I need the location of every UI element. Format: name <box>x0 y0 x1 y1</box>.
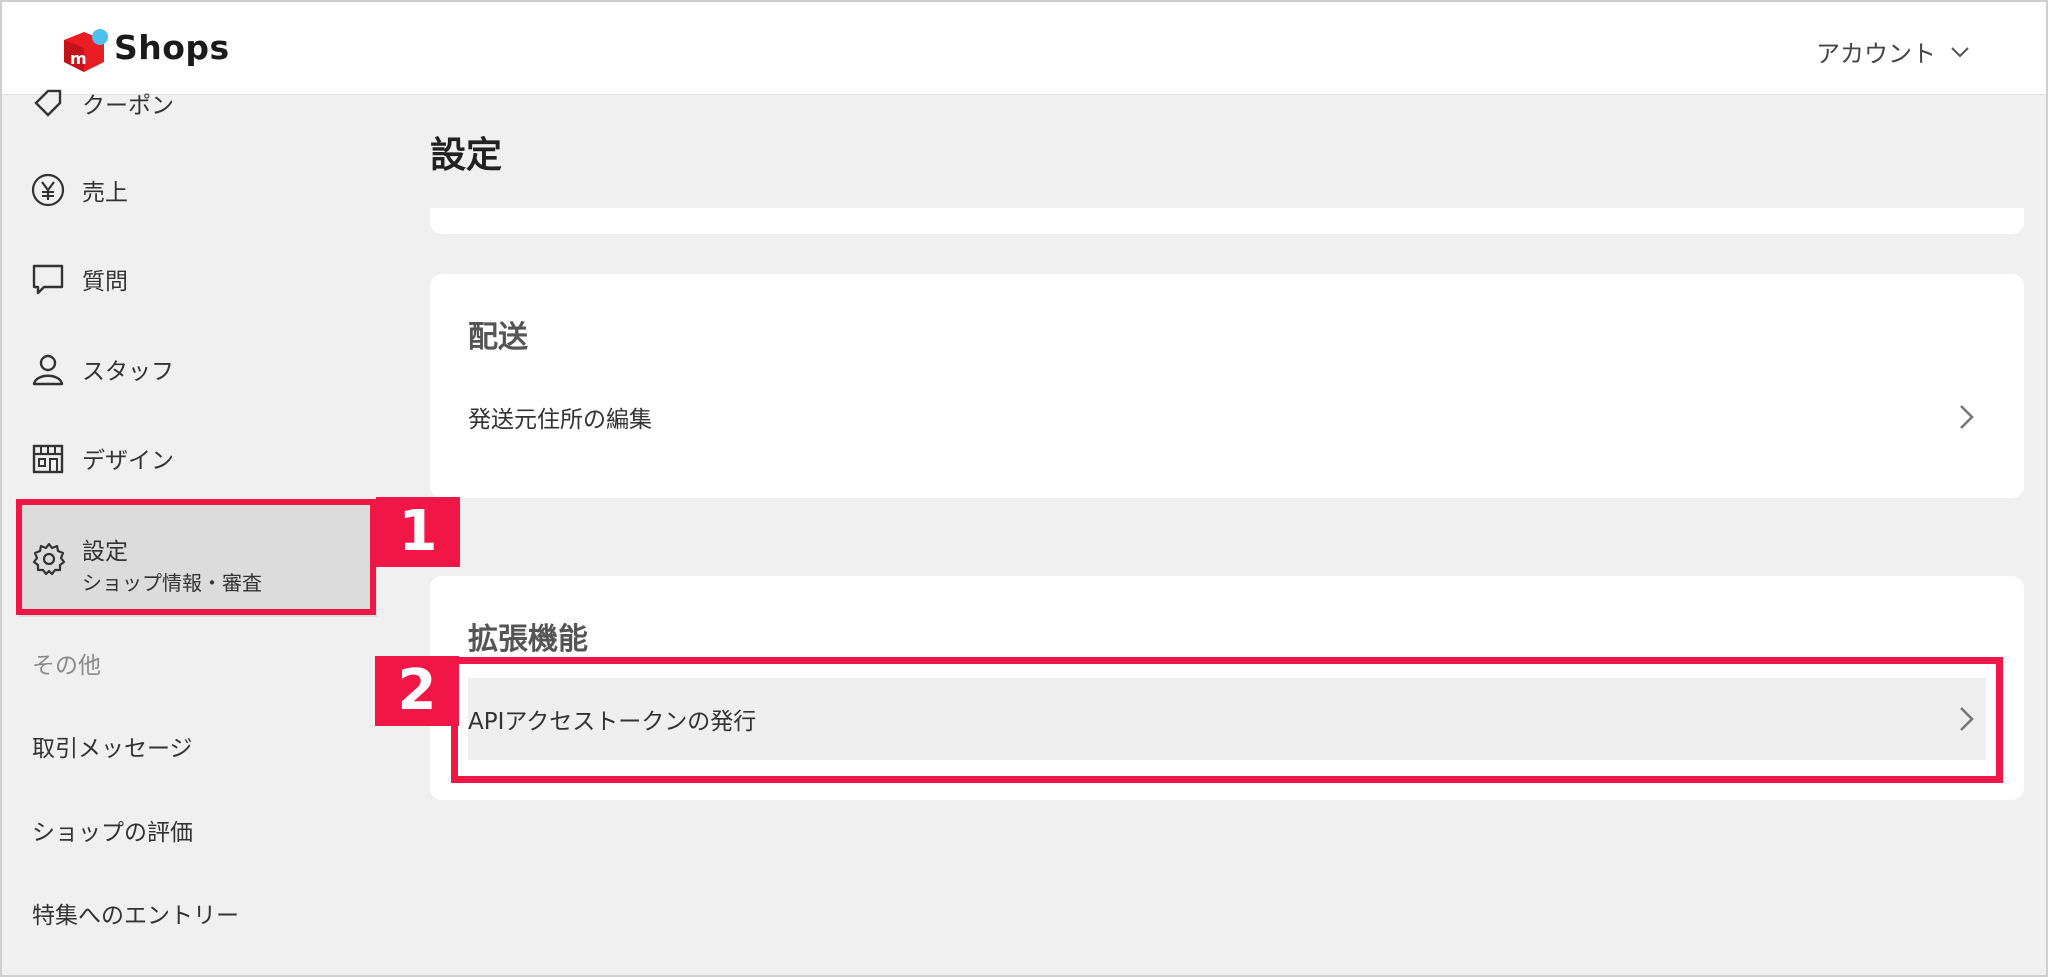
shipping-card: 配送 発送元住所の編集 <box>430 274 2024 498</box>
settings-card-partial <box>430 208 2024 234</box>
sidebar-item-label: 質問 <box>82 269 128 295</box>
row-label: 発送元住所の編集 <box>468 407 652 433</box>
yen-icon <box>30 172 66 208</box>
svg-text:m: m <box>70 49 87 68</box>
page-title: 設定 <box>430 135 503 176</box>
sidebar-section-other: その他 <box>32 653 101 679</box>
sidebar-item-coupon[interactable]: クーポン <box>2 73 382 133</box>
shipping-heading: 配送 <box>468 320 528 355</box>
sidebar-item-label: クーポン <box>82 93 174 119</box>
annotation-box-step-2 <box>451 657 2003 783</box>
sidebar-item-staff[interactable]: スタッフ <box>2 339 382 399</box>
chevron-right-icon <box>1960 405 1974 429</box>
sidebar-item-label: スタッフ <box>82 359 174 385</box>
sidebar-item-design[interactable]: デザイン <box>2 428 382 488</box>
sidebar-link-feature-entry[interactable]: 特集へのエントリー <box>32 896 239 930</box>
account-label: アカウント <box>1816 40 1936 68</box>
app-window: m Shops アカウント クーポン 売上 質問 スタッフ デザイン 設定 ショ… <box>0 0 2048 977</box>
storefront-icon <box>30 440 66 476</box>
account-menu[interactable]: アカウント <box>1816 34 1972 69</box>
shops-logo-icon[interactable]: m <box>60 28 110 74</box>
sidebar-link-shop-rating[interactable]: ショップの評価 <box>32 813 193 847</box>
edit-ship-from-address-row[interactable]: 発送元住所の編集 <box>468 376 1986 458</box>
sidebar-item-label: 売上 <box>82 180 128 206</box>
chevron-down-icon <box>1951 46 1969 57</box>
annotation-box-step-1 <box>16 499 376 615</box>
brand-name[interactable]: Shops <box>114 28 230 67</box>
chat-bubble-icon <box>30 261 66 297</box>
annotation-step-1-badge: 1 <box>376 497 460 567</box>
sidebar-item-label: デザイン <box>82 448 174 474</box>
tag-icon <box>30 85 66 121</box>
person-icon <box>30 351 66 387</box>
sidebar-item-sales[interactable]: 売上 <box>2 160 382 220</box>
extensions-heading: 拡張機能 <box>468 622 588 657</box>
sidebar-item-questions[interactable]: 質問 <box>2 249 382 309</box>
sidebar-link-messages[interactable]: 取引メッセージ <box>32 729 193 763</box>
annotation-step-2-badge: 2 <box>375 656 459 726</box>
